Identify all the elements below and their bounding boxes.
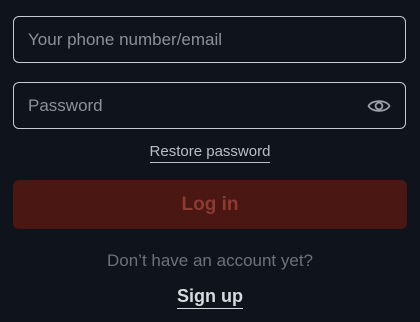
login-form: Restore password Log in Don’t have an ac… <box>0 0 420 322</box>
restore-password-container: Restore password <box>0 143 420 163</box>
phone-email-field-container <box>13 16 406 63</box>
phone-email-input[interactable] <box>14 17 405 62</box>
eye-icon[interactable] <box>367 96 391 116</box>
restore-password-link[interactable]: Restore password <box>149 143 271 163</box>
password-field-container <box>13 82 406 129</box>
password-input[interactable] <box>14 83 405 128</box>
login-button[interactable]: Log in <box>13 180 407 229</box>
signup-link[interactable]: Sign up <box>177 286 243 309</box>
no-account-text: Don’t have an account yet? <box>106 251 314 270</box>
signup-container: Sign up <box>0 286 420 309</box>
